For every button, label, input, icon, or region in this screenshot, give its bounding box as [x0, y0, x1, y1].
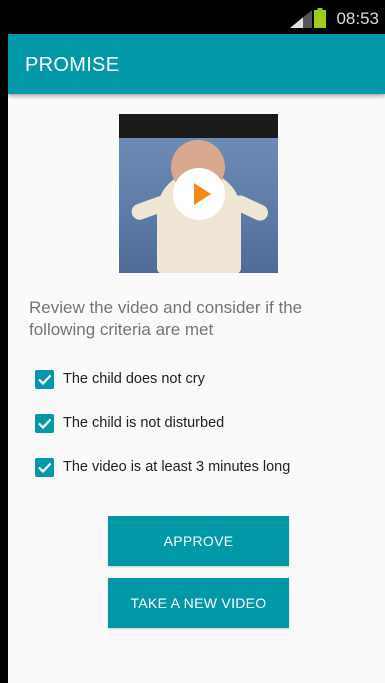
checkmark-icon: [38, 462, 52, 473]
play-button[interactable]: [173, 168, 225, 220]
battery-icon: [314, 8, 326, 28]
checkbox-not-disturbed[interactable]: [35, 413, 54, 433]
play-icon: [194, 183, 211, 205]
criterion-label: The child does not cry: [63, 371, 205, 387]
checkbox-min-length[interactable]: [35, 457, 54, 477]
criterion-no-cry[interactable]: The child does not cry: [35, 368, 205, 390]
criterion-label: The video is at least 3 minutes long: [63, 459, 291, 475]
status-time: 08:53: [336, 9, 379, 28]
criterion-min-length[interactable]: The video is at least 3 minutes long: [35, 456, 290, 478]
app-screen: 08:53 PROMISE Review the video and consi…: [8, 0, 385, 683]
status-bar: 08:53: [8, 0, 385, 34]
video-top-band: [119, 114, 278, 138]
checkbox-no-cry[interactable]: [35, 369, 54, 389]
instructions-text: Review the video and consider if the fol…: [29, 298, 303, 339]
approve-button[interactable]: APPROVE: [108, 516, 289, 566]
video-thumbnail[interactable]: [119, 114, 278, 273]
checkmark-icon: [38, 374, 52, 385]
app-title: PROMISE: [25, 54, 120, 76]
signal-icon: [290, 10, 312, 28]
criterion-not-disturbed[interactable]: The child is not disturbed: [35, 412, 224, 434]
take-new-video-button[interactable]: TAKE A NEW VIDEO: [108, 578, 289, 628]
checkmark-icon: [38, 418, 52, 429]
criterion-label: The child is not disturbed: [63, 415, 225, 431]
app-bar: PROMISE: [8, 34, 385, 94]
